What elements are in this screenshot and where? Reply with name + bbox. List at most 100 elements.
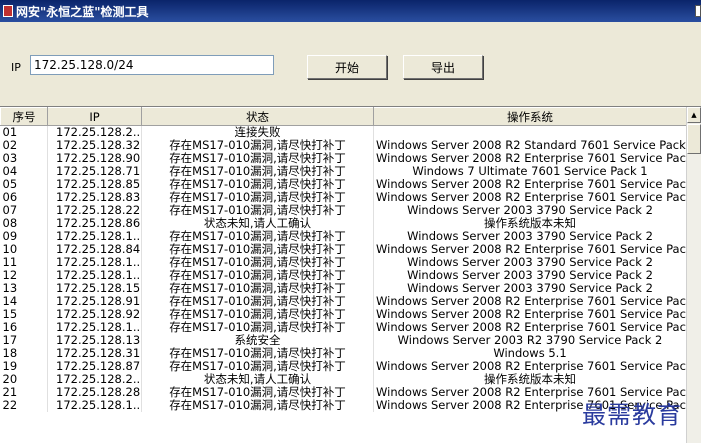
cell-status: 存在MS17-010漏洞,请尽快打补丁 [141, 152, 374, 165]
table-row[interactable]: 05 172.25.128.85 存在MS17-010漏洞,请尽快打补丁 Window… [0, 178, 687, 191]
cell-ip: 172.25.128.92 [47, 308, 142, 321]
cell-os: Windows Server 2003 3790 Service Pack 2 [373, 204, 687, 217]
header-status[interactable]: 状态 [141, 107, 374, 126]
cell-ip: 172.25.128.28 [47, 386, 142, 399]
cell-status: 存在MS17-010漏洞,请尽快打补丁 [141, 321, 374, 334]
table-row[interactable]: 15 172.25.128.92 存在MS17-010漏洞,请尽快打补丁 Window… [0, 308, 687, 321]
table-row[interactable]: 20 172.25.128.2... 状态未知,请人工确认 操作系统版本未知 [0, 373, 687, 386]
cell-ip: 172.25.128.90 [47, 152, 142, 165]
cell-index: 18 [0, 347, 48, 360]
cell-index: 08 [0, 217, 48, 230]
cell-ip: 172.25.128.32 [47, 139, 142, 152]
cell-status: 存在MS17-010漏洞,请尽快打补丁 [141, 386, 374, 399]
table-row[interactable]: 06 172.25.128.83 存在MS17-010漏洞,请尽快打补丁 Window… [0, 191, 687, 204]
cell-index: 02 [0, 139, 48, 152]
table-row[interactable]: 02 172.25.128.32 存在MS17-010漏洞,请尽快打补丁 Window… [0, 139, 687, 152]
cell-os: Windows Server 2008 R2 Enterprise 7601 S… [373, 295, 687, 308]
export-button[interactable]: 导出 [403, 55, 483, 79]
cell-status: 存在MS17-010漏洞,请尽快打补丁 [141, 178, 374, 191]
table-row[interactable]: 01 172.25.128.2... 连接失败 [0, 125, 687, 139]
cell-status: 存在MS17-010漏洞,请尽快打补丁 [141, 139, 374, 152]
cell-status: 状态未知,请人工确认 [141, 217, 374, 230]
cell-index: 10 [0, 243, 48, 256]
table-row[interactable]: 18 172.25.128.31 存在MS17-010漏洞,请尽快打补丁 Window… [0, 347, 687, 360]
cell-index: 19 [0, 360, 48, 373]
cell-status: 系统安全 [141, 334, 374, 347]
cell-ip: 172.25.128.2... [47, 125, 142, 139]
cell-status: 存在MS17-010漏洞,请尽快打补丁 [141, 360, 374, 373]
cell-os: Windows Server 2008 R2 Enterprise 7601 S… [373, 178, 687, 191]
table-row[interactable]: 08 172.25.128.86 状态未知,请人工确认 操作系统版本未知 [0, 217, 687, 230]
table-row[interactable]: 04 172.25.128.71 存在MS17-010漏洞,请尽快打补丁 Window… [0, 165, 687, 178]
cell-ip: 172.25.128.1... [47, 230, 142, 243]
cell-ip: 172.25.128.31 [47, 347, 142, 360]
table-row[interactable]: 11 172.25.128.1... 存在MS17-010漏洞,请尽快打补丁 Wind… [0, 256, 687, 269]
cell-status: 存在MS17-010漏洞,请尽快打补丁 [141, 269, 374, 282]
table-row[interactable]: 14 172.25.128.91 存在MS17-010漏洞,请尽快打补丁 Window… [0, 295, 687, 308]
scroll-up-icon[interactable]: ▲ [687, 107, 701, 123]
cell-status: 存在MS17-010漏洞,请尽快打补丁 [141, 165, 374, 178]
cell-ip: 172.25.128.1... [47, 256, 142, 269]
cell-index: 05 [0, 178, 48, 191]
header-index[interactable]: 序号 [0, 107, 48, 126]
cell-index: 16 [0, 321, 48, 334]
table-row[interactable]: 17 172.25.128.13 系统安全 Windows Server 2003 R… [0, 334, 687, 347]
cell-index: 17 [0, 334, 48, 347]
ip-label: IP [11, 61, 21, 74]
results-table[interactable]: 序号 IP 状态 操作系统 01 172.25.128.2... 连接失败 02 172… [0, 106, 701, 443]
cell-ip: 172.25.128.85 [47, 178, 142, 191]
cell-os: Windows Server 2008 R2 Standard 7601 Ser… [373, 139, 687, 152]
cell-status: 存在MS17-010漏洞,请尽快打补丁 [141, 282, 374, 295]
cell-index: 15 [0, 308, 48, 321]
table-row[interactable]: 07 172.25.128.22 存在MS17-010漏洞,请尽快打补丁 Window… [0, 204, 687, 217]
table-row[interactable]: 03 172.25.128.90 存在MS17-010漏洞,请尽快打补丁 Window… [0, 152, 687, 165]
cell-ip: 172.25.128.1... [47, 269, 142, 282]
cell-index: 14 [0, 295, 48, 308]
toolbar: IP 开始 导出 [0, 22, 701, 104]
cell-os: Windows Server 2003 3790 Service Pack 2 [373, 282, 687, 295]
cell-status: 存在MS17-010漏洞,请尽快打补丁 [141, 191, 374, 204]
table-row[interactable]: 19 172.25.128.87 存在MS17-010漏洞,请尽快打补丁 Window… [0, 360, 687, 373]
start-button[interactable]: 开始 [307, 55, 387, 79]
cell-ip: 172.25.128.84 [47, 243, 142, 256]
cell-os: Windows Server 2008 R2 Enterprise 7601 S… [373, 321, 687, 334]
cell-ip: 172.25.128.1... [47, 321, 142, 334]
cell-index: 07 [0, 204, 48, 217]
cell-status: 存在MS17-010漏洞,请尽快打补丁 [141, 243, 374, 256]
table-row[interactable]: 10 172.25.128.84 存在MS17-010漏洞,请尽快打补丁 Window… [0, 243, 687, 256]
cell-ip: 172.25.128.91 [47, 295, 142, 308]
cell-status: 状态未知,请人工确认 [141, 373, 374, 386]
cell-os: Windows 5.1 [373, 347, 687, 360]
cell-status: 连接失败 [141, 125, 374, 139]
scroll-thumb[interactable] [687, 124, 701, 154]
cell-os: Windows Server 2008 R2 Enterprise 7601 S… [373, 152, 687, 165]
app-icon [3, 5, 13, 17]
ip-input[interactable] [30, 55, 274, 75]
cell-ip: 172.25.128.2... [47, 373, 142, 386]
cell-index: 12 [0, 269, 48, 282]
title-bar: 网安"永恒之蓝"检测工具 [0, 0, 701, 22]
cell-ip: 172.25.128.1... [47, 399, 142, 412]
cell-status: 存在MS17-010漏洞,请尽快打补丁 [141, 347, 374, 360]
table-row[interactable]: 09 172.25.128.1... 存在MS17-010漏洞,请尽快打补丁 Wind… [0, 230, 687, 243]
cell-os: Windows Server 2008 R2 Enterprise 7601 S… [373, 360, 687, 373]
cell-status: 存在MS17-010漏洞,请尽快打补丁 [141, 295, 374, 308]
cell-os: 操作系统版本未知 [373, 217, 687, 230]
cell-os: Windows Server 2008 R2 Enterprise 7601 S… [373, 191, 687, 204]
header-ip[interactable]: IP [47, 107, 142, 126]
cell-ip: 172.25.128.87 [47, 360, 142, 373]
cell-index: 01 [0, 125, 48, 139]
cell-ip: 172.25.128.15 [47, 282, 142, 295]
header-os[interactable]: 操作系统 [373, 107, 687, 126]
cell-index: 22 [0, 399, 48, 412]
cell-status: 存在MS17-010漏洞,请尽快打补丁 [141, 256, 374, 269]
watermark: 最需教育 [582, 401, 682, 429]
cell-ip: 172.25.128.22 [47, 204, 142, 217]
table-row[interactable]: 12 172.25.128.1... 存在MS17-010漏洞,请尽快打补丁 Wind… [0, 269, 687, 282]
close-icon[interactable] [695, 5, 701, 17]
cell-index: 11 [0, 256, 48, 269]
table-row[interactable]: 13 172.25.128.15 存在MS17-010漏洞,请尽快打补丁 Window… [0, 282, 687, 295]
table-row[interactable]: 16 172.25.128.1... 存在MS17-010漏洞,请尽快打补丁 Wind… [0, 321, 687, 334]
cell-ip: 172.25.128.83 [47, 191, 142, 204]
vertical-scrollbar[interactable]: ▲ [686, 107, 701, 443]
